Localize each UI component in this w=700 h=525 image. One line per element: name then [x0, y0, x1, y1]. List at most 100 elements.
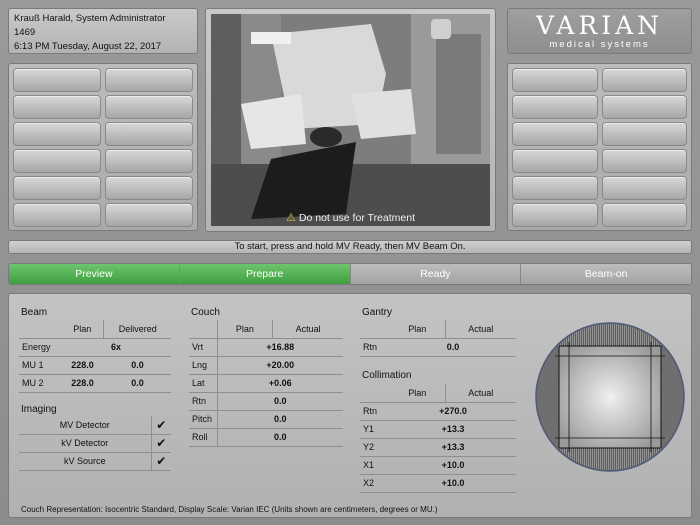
beam-mu1-plan: 228.0: [61, 356, 104, 375]
imaging-kv-source-label: kV Source: [19, 452, 151, 471]
imaging-mv-detector-label: MV Detector: [19, 416, 151, 435]
user-info-panel: Krauß Harald, System Administrator 1469 …: [8, 8, 198, 54]
couch-title: Couch: [191, 307, 220, 318]
gantry-row-label: Rtn: [360, 338, 390, 357]
collimation-row-label: Y1: [360, 420, 390, 439]
treatment-parameters-panel: Beam Plan Delivered Energy 6x MU 1 228.0…: [8, 293, 692, 518]
imaging-table: MV Detector ✔ kV Detector ✔ kV Source ✔: [19, 416, 171, 471]
check-icon[interactable]: ✔: [150, 434, 171, 453]
beam-table: Plan Delivered Energy 6x MU 1 228.0 0.0 …: [19, 320, 171, 393]
camera-view-panel: ⚠ Do not use for Treatment: [205, 8, 496, 232]
couch-row-label: Rtn: [189, 392, 217, 411]
left-grid-button[interactable]: [105, 203, 193, 227]
collimation-row-label: Y2: [360, 438, 390, 457]
left-grid-button[interactable]: [105, 149, 193, 173]
camera-feed: ⚠ Do not use for Treatment: [211, 14, 490, 226]
beam-mu1-delivered: 0.0: [103, 356, 171, 375]
couch-table: Plan Actual Vrt +16.88 Lng +20.00 Lat +0.06…: [189, 320, 343, 447]
beam-row-label: MU 1: [19, 356, 61, 375]
beam-title: Beam: [21, 307, 48, 318]
right-grid-button[interactable]: [601, 68, 687, 92]
user-id: 1469: [14, 27, 36, 38]
workflow-tab-prepare[interactable]: Prepare: [179, 264, 351, 284]
collimation-table: Plan Actual Rtn +270.0 Y1 +13.3 Y2 +13.3 X1…: [360, 384, 516, 493]
imaging-kv-detector-label: kV Detector: [19, 434, 151, 453]
couch-lat-value: +0.06: [216, 374, 343, 393]
gantry-rtn-value: 0.0: [390, 338, 516, 357]
collimation-y2-value: +13.3: [390, 438, 516, 457]
left-grid-button[interactable]: [13, 203, 101, 227]
left-grid-button[interactable]: [13, 68, 101, 92]
left-grid-button[interactable]: [105, 68, 193, 92]
right-grid-button[interactable]: [512, 122, 598, 146]
collimation-x2-value: +10.0: [390, 474, 516, 493]
left-grid-button[interactable]: [105, 176, 193, 200]
beam-energy-value: 6x: [61, 338, 171, 357]
left-grid-button[interactable]: [13, 122, 101, 146]
right-grid-button[interactable]: [512, 95, 598, 119]
check-icon[interactable]: ✔: [150, 452, 171, 471]
gantry-header-actual: Actual: [444, 320, 516, 339]
workflow-tab-preview[interactable]: Preview: [9, 264, 180, 284]
collimation-row-label: Rtn: [360, 402, 390, 421]
right-grid-button[interactable]: [601, 95, 687, 119]
gantry-header-plan: Plan: [390, 320, 446, 339]
collimation-header-plan: Plan: [390, 384, 446, 403]
collimation-y1-value: +13.3: [390, 420, 516, 439]
couch-pitch-value: 0.0: [216, 410, 343, 429]
workflow-tabs: Preview Prepare Ready Beam-on: [8, 263, 692, 285]
right-grid-button[interactable]: [512, 203, 598, 227]
beam-header-delivered: Delivered: [103, 320, 171, 339]
couch-header-actual: Actual: [272, 320, 343, 339]
right-grid-button[interactable]: [601, 203, 687, 227]
collimation-row-label: X1: [360, 456, 390, 475]
collimation-title: Collimation: [362, 370, 412, 381]
couch-rtn-value: 0.0: [216, 392, 343, 411]
warning-icon: ⚠: [285, 212, 296, 224]
couch-row-label: Roll: [189, 428, 217, 447]
beam-header-plan: Plan: [61, 320, 104, 339]
left-grid-button[interactable]: [13, 95, 101, 119]
couch-row-label: Lat: [189, 374, 217, 393]
check-icon[interactable]: ✔: [150, 416, 171, 435]
couch-header-plan: Plan: [216, 320, 273, 339]
right-grid-button[interactable]: [601, 122, 687, 146]
couch-lng-value: +20.00: [216, 356, 343, 375]
gantry-table: Plan Actual Rtn 0.0: [360, 320, 516, 357]
beam-mu2-delivered: 0.0: [103, 374, 171, 393]
workflow-tab-ready[interactable]: Ready: [350, 264, 522, 284]
left-grid-button[interactable]: [105, 122, 193, 146]
collimation-header-actual: Actual: [444, 384, 516, 403]
instruction-bar: To start, press and hold MV Ready, then …: [8, 240, 692, 254]
logo-wordmark: VARIAN: [535, 10, 664, 40]
collimation-rtn-value: +270.0: [390, 402, 516, 421]
warning-banner: ⚠ Do not use for Treatment: [211, 211, 490, 224]
left-grid-button[interactable]: [13, 149, 101, 173]
right-grid-button[interactable]: [512, 149, 598, 173]
left-grid-button[interactable]: [13, 176, 101, 200]
beam-mu2-plan: 228.0: [61, 374, 104, 393]
right-grid-button[interactable]: [601, 149, 687, 173]
varian-logo: VARIAN medical systems: [507, 8, 692, 54]
couch-row-label: Vrt: [189, 338, 217, 357]
treatment-room-image: [211, 14, 490, 226]
date-time: 6:13 PM Tuesday, August 22, 2017: [14, 41, 162, 52]
right-grid-button[interactable]: [512, 68, 598, 92]
beam-row-label: MU 2: [19, 374, 61, 393]
collimation-x1-value: +10.0: [390, 456, 516, 475]
right-button-grid: [507, 63, 692, 231]
left-grid-button[interactable]: [105, 95, 193, 119]
collimation-row-label: X2: [360, 474, 390, 493]
footnote: Couch Representation: Isocentric Standar…: [21, 505, 438, 514]
user-name: Krauß Harald, System Administrator: [14, 13, 166, 24]
couch-row-label: Pitch: [189, 410, 217, 429]
right-grid-button[interactable]: [512, 176, 598, 200]
workflow-tab-beam-on[interactable]: Beam-on: [521, 264, 691, 284]
left-button-grid: [8, 63, 198, 231]
couch-row-label: Lng: [189, 356, 217, 375]
right-grid-button[interactable]: [601, 176, 687, 200]
beams-eye-view: [535, 322, 685, 472]
imaging-title: Imaging: [21, 404, 57, 415]
beam-energy-label: Energy: [19, 338, 61, 357]
gantry-title: Gantry: [362, 307, 393, 318]
